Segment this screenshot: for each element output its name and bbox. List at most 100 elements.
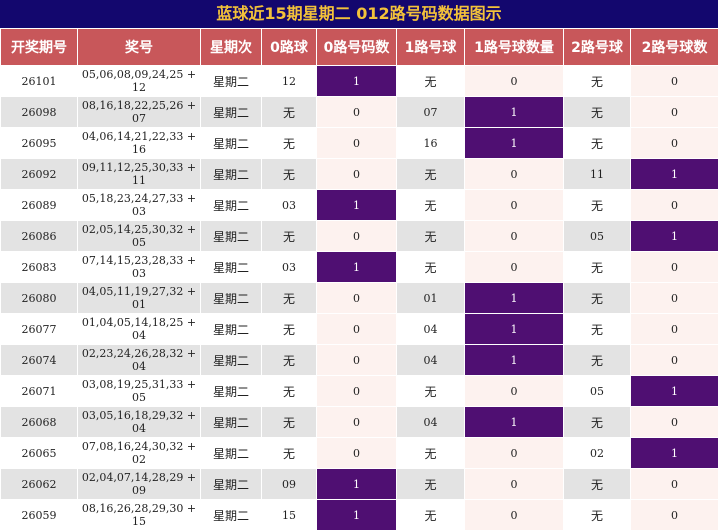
table-cell: 无 — [397, 66, 465, 97]
table-cell: 无 — [262, 407, 317, 438]
table-cell: 09,11,12,25,30,33 + 11 — [78, 159, 201, 190]
table-body: 2610105,06,08,09,24,25 + 12星期二121无0无0260… — [1, 66, 718, 531]
table-cell: 26095 — [1, 128, 78, 159]
table-cell: 0 — [465, 221, 564, 252]
table-cell: 0 — [317, 438, 397, 469]
table-cell: 0 — [317, 97, 397, 128]
table-cell: 无 — [564, 314, 631, 345]
table-cell: 04,05,11,19,27,32 + 01 — [78, 283, 201, 314]
table-row: 2606202,04,07,14,28,29 + 09星期二091无0无0 — [1, 469, 718, 500]
table-cell: 无 — [564, 345, 631, 376]
table-cell: 无 — [564, 97, 631, 128]
table-cell: 03 — [262, 252, 317, 283]
table-cell: 无 — [262, 283, 317, 314]
table-cell: 12 — [262, 66, 317, 97]
table-cell: 无 — [397, 190, 465, 221]
table-row: 2609504,06,14,21,22,33 + 16星期二无0161无0 — [1, 128, 718, 159]
table-cell: 星期二 — [201, 128, 262, 159]
table-cell: 1 — [631, 221, 718, 252]
table-cell: 04 — [397, 345, 465, 376]
table-cell: 0 — [631, 190, 718, 221]
table-cell: 02,04,07,14,28,29 + 09 — [78, 469, 201, 500]
table-cell: 0 — [631, 407, 718, 438]
table-cell: 1 — [465, 407, 564, 438]
table-cell: 星期二 — [201, 407, 262, 438]
table-cell: 0 — [631, 469, 718, 500]
table-cell: 星期二 — [201, 221, 262, 252]
table-row: 2608905,18,23,24,27,33 + 03星期二031无0无0 — [1, 190, 718, 221]
table-cell: 1 — [465, 128, 564, 159]
table-cell: 无 — [397, 252, 465, 283]
table-cell: 03 — [262, 190, 317, 221]
table-cell: 0 — [465, 469, 564, 500]
table-cell: 无 — [262, 128, 317, 159]
table-cell: 1 — [465, 345, 564, 376]
table-cell: 无 — [262, 97, 317, 128]
table-cell: 0 — [465, 190, 564, 221]
table-cell: 0 — [631, 252, 718, 283]
table-cell: 星期二 — [201, 469, 262, 500]
table-cell: 无 — [397, 469, 465, 500]
header-cell: 0路球 — [262, 29, 317, 66]
table-cell: 0 — [631, 66, 718, 97]
table-cell: 0 — [317, 128, 397, 159]
table-cell: 03,08,19,25,31,33 + 05 — [78, 376, 201, 407]
table-cell: 26083 — [1, 252, 78, 283]
table-cell: 无 — [564, 469, 631, 500]
table-cell: 26065 — [1, 438, 78, 469]
table-cell: 无 — [564, 500, 631, 531]
table-cell: 08,16,26,28,29,30 + 15 — [78, 500, 201, 531]
table-cell: 无 — [262, 314, 317, 345]
table-cell: 07,08,16,24,30,32 + 02 — [78, 438, 201, 469]
table-cell: 26089 — [1, 190, 78, 221]
table-cell: 11 — [564, 159, 631, 190]
table-cell: 0 — [631, 128, 718, 159]
table-cell: 1 — [317, 500, 397, 531]
table-cell: 0 — [465, 159, 564, 190]
table-cell: 无 — [262, 438, 317, 469]
table-cell: 16 — [397, 128, 465, 159]
table-cell: 无 — [397, 438, 465, 469]
table-row: 2607402,23,24,26,28,32 + 04星期二无0041无0 — [1, 345, 718, 376]
table-cell: 26062 — [1, 469, 78, 500]
table-cell: 0 — [465, 500, 564, 531]
table-cell: 26080 — [1, 283, 78, 314]
table-cell: 26068 — [1, 407, 78, 438]
table-cell: 0 — [317, 159, 397, 190]
table-cell: 无 — [564, 190, 631, 221]
table-cell: 1 — [631, 159, 718, 190]
chart-title: 蓝球近15期星期二 012路号码数据图示 — [0, 0, 718, 28]
table-cell: 无 — [262, 345, 317, 376]
table-cell: 0 — [317, 345, 397, 376]
table-cell: 0 — [465, 376, 564, 407]
header-cell: 2路号球 — [564, 29, 631, 66]
table-cell: 星期二 — [201, 376, 262, 407]
table-row: 2605908,16,26,28,29,30 + 15星期二151无0无0 — [1, 500, 718, 531]
table-cell: 0 — [631, 345, 718, 376]
table-cell: 1 — [317, 252, 397, 283]
table-cell: 星期二 — [201, 314, 262, 345]
table-cell: 03,05,16,18,29,32 + 04 — [78, 407, 201, 438]
table-cell: 1 — [317, 469, 397, 500]
table-cell: 0 — [317, 283, 397, 314]
table-cell: 无 — [262, 376, 317, 407]
table-cell: 星期二 — [201, 283, 262, 314]
table-row: 2609808,16,18,22,25,26 + 07星期二无0071无0 — [1, 97, 718, 128]
header-cell: 星期次 — [201, 29, 262, 66]
table-cell: 07,14,15,23,28,33 + 03 — [78, 252, 201, 283]
header-cell: 0路号码数 — [317, 29, 397, 66]
table-cell: 05,18,23,24,27,33 + 03 — [78, 190, 201, 221]
header-cell: 2路号球数 — [631, 29, 718, 66]
table-row: 2608602,05,14,25,30,32 + 05星期二无0无0051 — [1, 221, 718, 252]
table-cell: 0 — [317, 407, 397, 438]
table-cell: 星期二 — [201, 438, 262, 469]
table-cell: 星期二 — [201, 159, 262, 190]
table-cell: 1 — [317, 66, 397, 97]
table-row: 2609209,11,12,25,30,33 + 11星期二无0无0111 — [1, 159, 718, 190]
header-cell: 1路号球 — [397, 29, 465, 66]
table-cell: 02,05,14,25,30,32 + 05 — [78, 221, 201, 252]
table-cell: 无 — [564, 252, 631, 283]
table-cell: 26086 — [1, 221, 78, 252]
table-cell: 26059 — [1, 500, 78, 531]
data-table: 开奖期号 奖号 星期次 0路球 0路号码数 1路号球 1路号球数量 2路号球 2… — [0, 28, 718, 531]
